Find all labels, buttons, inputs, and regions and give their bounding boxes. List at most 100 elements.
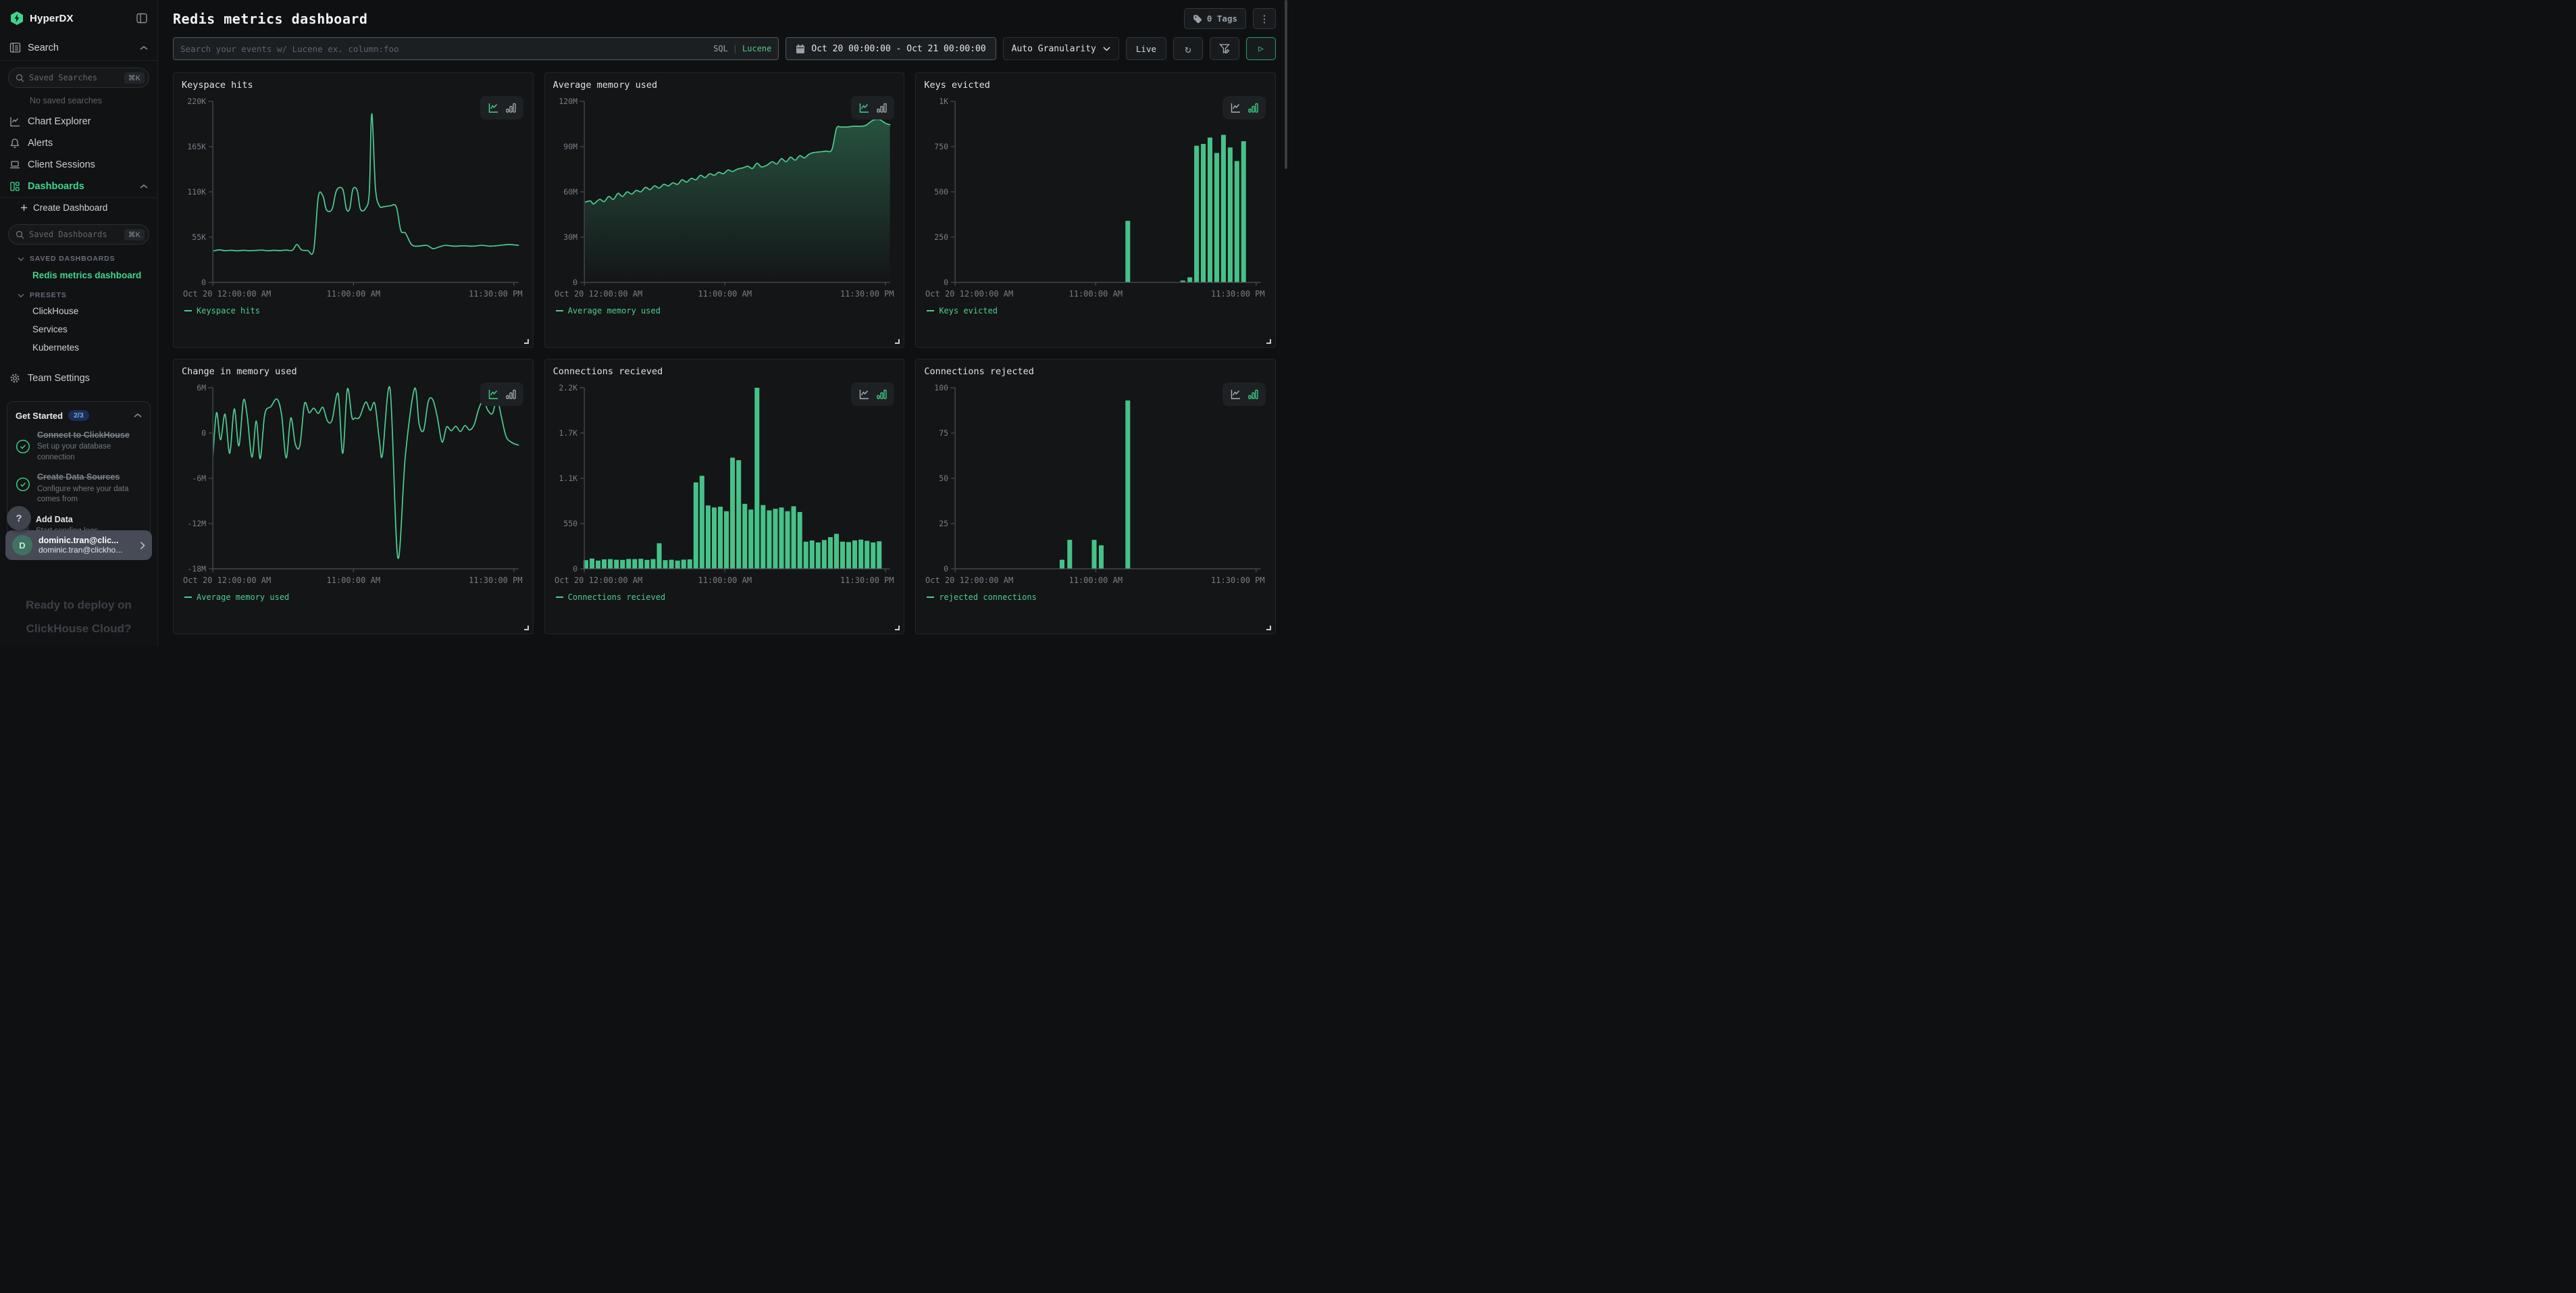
chart-title: Keys evicted <box>924 80 1267 91</box>
svg-text:11:30:00 PM: 11:30:00 PM <box>840 576 894 585</box>
resize-handle[interactable] <box>895 339 900 344</box>
presets-section-header[interactable]: PRESETS <box>0 285 157 302</box>
get-started-item-connect[interactable]: Connect to ClickHouse Set up your databa… <box>16 430 142 463</box>
chart-plot[interactable]: 120M90M60M30M0Oct 20 12:00:00 AM11:00:00… <box>553 92 896 305</box>
user-menu[interactable]: D dominic.tran@clic... dominic.tran@clic… <box>5 530 152 560</box>
chart-legend: Keys evicted <box>924 306 1267 315</box>
tags-button[interactable]: 0 Tags <box>1184 8 1246 29</box>
scrollbar[interactable] <box>1285 0 1287 169</box>
bar-chart-icon[interactable] <box>877 388 887 400</box>
preset-clickhouse[interactable]: ClickHouse <box>0 302 157 320</box>
saved-searches-input[interactable] <box>29 73 120 82</box>
saved-dashboards-input[interactable] <box>29 230 120 239</box>
preset-services[interactable]: Services <box>0 320 157 338</box>
saved-dashboards-section-header[interactable]: SAVED DASHBOARDS <box>0 249 157 265</box>
brand-name: HyperDX <box>30 13 130 24</box>
line-chart-icon[interactable] <box>858 388 870 400</box>
legend-dash-icon <box>556 310 563 311</box>
run-query-button[interactable]: ▷ <box>1246 37 1276 60</box>
create-dashboard-button[interactable]: Create Dashboard <box>0 198 157 218</box>
chevron-down-icon <box>18 257 24 261</box>
chart-legend: Keyspace hits <box>182 306 525 315</box>
svg-text:1K: 1K <box>939 97 949 106</box>
resize-handle[interactable] <box>524 626 529 630</box>
granularity-select[interactable]: Auto Granularity <box>1003 37 1119 60</box>
chart-plot[interactable]: 6M0-6M-12M-18MOct 20 12:00:00 AM11:00:00… <box>182 378 525 592</box>
event-search-input[interactable] <box>180 44 708 54</box>
bar-chart-icon[interactable] <box>506 102 516 113</box>
event-search-wrap: SQL | Lucene <box>173 37 779 60</box>
resize-handle[interactable] <box>1266 626 1271 630</box>
svg-text:11:30:00 PM: 11:30:00 PM <box>1211 289 1265 299</box>
svg-text:100: 100 <box>935 383 949 392</box>
laptop-icon <box>9 159 20 170</box>
chevron-right-icon <box>140 541 145 550</box>
svg-text:11:00:00 AM: 11:00:00 AM <box>326 576 380 585</box>
line-chart-icon[interactable] <box>1230 388 1241 400</box>
bar-chart-icon[interactable] <box>1248 102 1258 113</box>
lang-divider: | <box>733 44 738 53</box>
svg-text:500: 500 <box>935 187 949 197</box>
resize-handle[interactable] <box>895 626 900 630</box>
sidebar-item-redis-dashboard[interactable]: Redis metrics dashboard <box>0 265 157 285</box>
avatar: D <box>12 535 32 555</box>
lucene-toggle[interactable]: Lucene <box>742 44 771 53</box>
chevron-down-icon <box>1103 47 1110 51</box>
chart-plot[interactable]: 1007550250Oct 20 12:00:00 AM11:00:00 AM1… <box>924 378 1267 592</box>
svg-text:750: 750 <box>935 142 949 151</box>
sql-toggle[interactable]: SQL <box>713 44 728 53</box>
chart-type-toggle <box>851 96 894 120</box>
get-started-item-sources[interactable]: Create Data Sources Configure where your… <box>16 472 142 505</box>
refresh-button[interactable]: ↻ <box>1173 37 1203 60</box>
line-chart-icon[interactable] <box>1230 102 1241 113</box>
sidebar-item-chart-explorer[interactable]: Chart Explorer <box>0 111 157 132</box>
chart-type-toggle <box>480 96 523 120</box>
more-menu-button[interactable]: ⋮ <box>1253 8 1276 29</box>
line-chart-icon[interactable] <box>858 102 870 113</box>
bar-chart-icon[interactable] <box>877 102 887 113</box>
chart-plot[interactable]: 1K7505002500Oct 20 12:00:00 AM11:00:00 A… <box>924 92 1267 305</box>
resize-handle[interactable] <box>1266 339 1271 344</box>
svg-text:Oct 20 12:00:00 AM: Oct 20 12:00:00 AM <box>183 576 271 585</box>
help-button[interactable]: ? <box>7 506 31 530</box>
bar-chart-icon[interactable] <box>1248 388 1258 400</box>
legend-dash-icon <box>184 597 192 598</box>
chart-legend: Average memory used <box>553 306 896 315</box>
svg-text:6M: 6M <box>197 383 206 392</box>
filter-icon <box>1218 43 1231 55</box>
chart-plot[interactable]: 2.2K1.7K1.1K5500Oct 20 12:00:00 AM11:00:… <box>553 378 896 592</box>
search-section-icon <box>9 42 21 53</box>
svg-text:Oct 20 12:00:00 AM: Oct 20 12:00:00 AM <box>555 289 642 299</box>
line-chart-icon[interactable] <box>488 388 499 400</box>
date-range-picker[interactable]: Oct 20 00:00:00 - Oct 21 00:00:00 <box>785 37 996 60</box>
svg-text:-12M: -12M <box>187 519 206 528</box>
saved-searches-input-wrap: ⌘K <box>8 68 149 88</box>
collapse-sidebar-icon[interactable] <box>136 12 148 24</box>
chart-plot[interactable]: 220K165K110K55K0Oct 20 12:00:00 AM11:00:… <box>182 92 525 305</box>
sidebar-item-dashboards[interactable]: Dashboards <box>0 176 157 197</box>
filter-edit-button[interactable] <box>1210 37 1239 60</box>
sidebar-item-alerts[interactable]: Alerts <box>0 132 157 154</box>
preset-kubernetes[interactable]: Kubernetes <box>0 338 157 357</box>
chart-legend: Connections recieved <box>553 592 896 602</box>
shortcut-badge: ⌘K <box>124 229 145 240</box>
svg-text:50: 50 <box>939 474 949 483</box>
live-button[interactable]: Live <box>1126 37 1166 60</box>
brand-row: HyperDX <box>0 0 157 35</box>
resize-handle[interactable] <box>524 339 529 344</box>
chart-title: Connections recieved <box>553 366 896 377</box>
sidebar-item-team-settings[interactable]: Team Settings <box>0 363 157 393</box>
chart-explorer-icon <box>9 116 20 127</box>
line-chart-icon[interactable] <box>488 102 499 113</box>
svg-text:0: 0 <box>944 564 948 574</box>
bar-chart-icon[interactable] <box>506 388 516 400</box>
sidebar-item-client-sessions[interactable]: Client Sessions <box>0 154 157 176</box>
chevron-up-icon[interactable] <box>134 413 142 418</box>
svg-text:0: 0 <box>201 428 206 438</box>
chart-type-toggle <box>1222 96 1266 120</box>
svg-text:60M: 60M <box>563 187 577 197</box>
svg-text:250: 250 <box>935 232 949 242</box>
svg-text:Oct 20 12:00:00 AM: Oct 20 12:00:00 AM <box>925 289 1013 299</box>
sidebar-section-search[interactable]: Search <box>0 35 157 60</box>
chart-card-memory-change: Change in memory used 6M0-6M-12M-18MOct … <box>173 359 534 634</box>
